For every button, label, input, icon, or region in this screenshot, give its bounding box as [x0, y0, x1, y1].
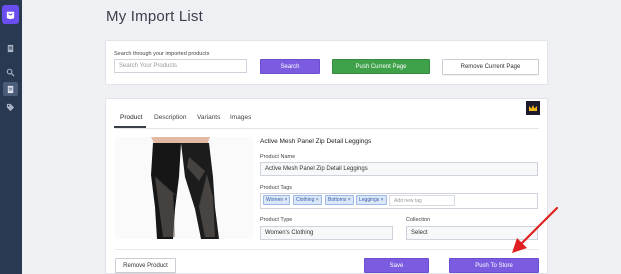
- tab-variants[interactable]: Variants: [197, 114, 220, 121]
- shopping-bag-icon: [6, 11, 15, 20]
- active-tab-indicator: [114, 126, 146, 128]
- sidebar-item-products[interactable]: [5, 43, 16, 54]
- remove-product-button[interactable]: Remove Product: [115, 258, 176, 273]
- tab-description[interactable]: Description: [154, 114, 187, 121]
- search-input[interactable]: Search Your Products: [114, 59, 247, 73]
- sidebar-item-search[interactable]: [5, 67, 16, 78]
- crown-badge[interactable]: [526, 101, 540, 115]
- product-heading: Active Mesh Panel Zip Detail Leggings: [260, 138, 372, 145]
- tag-clothing[interactable]: Clothing ×: [293, 195, 322, 205]
- search-label: Search through your imported products: [114, 51, 210, 57]
- collection-select[interactable]: Select: [406, 226, 538, 240]
- collection-label: Collection: [406, 217, 431, 223]
- new-tag-input[interactable]: Add new tag: [389, 195, 455, 206]
- tag-women[interactable]: Women ×: [263, 195, 291, 205]
- list-icon: [7, 85, 14, 93]
- leggings-photo: [115, 137, 253, 239]
- tag-leggings[interactable]: Leggings ×: [356, 195, 387, 205]
- sidebar: [0, 0, 22, 274]
- remove-current-page-button[interactable]: Remove Current Page: [442, 59, 539, 75]
- product-image[interactable]: [115, 137, 253, 239]
- tab-divider: [115, 128, 539, 129]
- product-name-label: Product Name: [260, 154, 296, 160]
- product-name-field[interactable]: Active Mesh Panel Zip Detail Leggings: [260, 162, 538, 176]
- page-title: My Import List: [106, 8, 203, 25]
- sidebar-item-tags[interactable]: [5, 102, 16, 113]
- product-tags-label: Product Tags: [260, 185, 293, 191]
- tab-images[interactable]: Images: [230, 114, 251, 121]
- doc-icon: [7, 44, 14, 53]
- product-type-field[interactable]: Women's Clothing: [260, 226, 393, 240]
- push-to-store-button[interactable]: Push To Store: [449, 258, 539, 273]
- save-button[interactable]: Save: [364, 258, 429, 273]
- push-current-page-button[interactable]: Push Current Page: [332, 59, 430, 74]
- tag-bottoms[interactable]: Bottoms ×: [325, 195, 354, 205]
- sidebar-item-import-list[interactable]: [3, 82, 18, 96]
- search-button[interactable]: Search: [260, 59, 320, 74]
- search-icon: [6, 68, 15, 77]
- tag-icon: [6, 103, 15, 112]
- tab-product[interactable]: Product: [120, 114, 142, 121]
- app-logo[interactable]: [2, 5, 19, 24]
- crown-icon: [529, 105, 537, 111]
- product-type-label: Product Type: [260, 217, 293, 223]
- footer-divider: [115, 249, 539, 250]
